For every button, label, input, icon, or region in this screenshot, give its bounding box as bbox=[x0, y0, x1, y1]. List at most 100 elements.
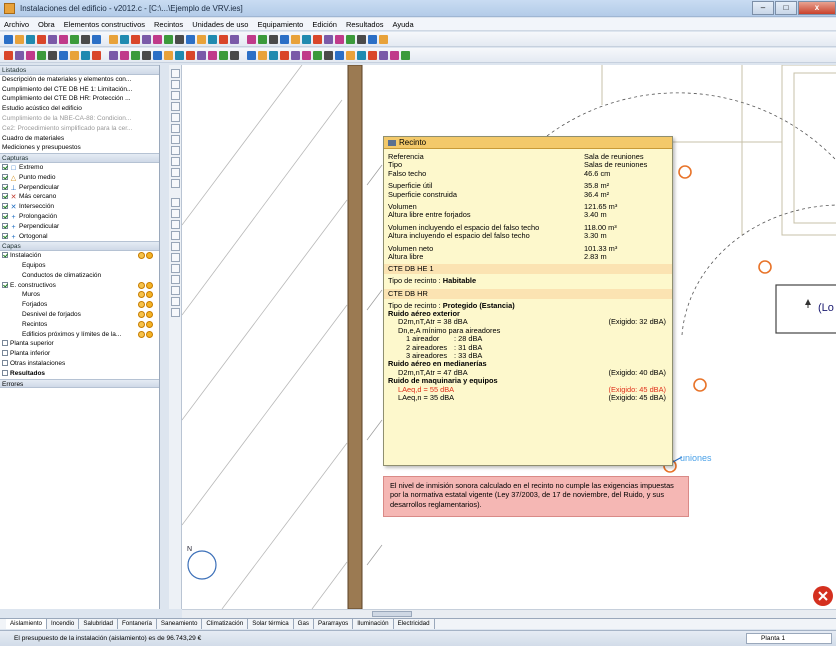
capa-item[interactable]: Equipos bbox=[0, 261, 159, 271]
lock-bulb-icon[interactable] bbox=[146, 281, 153, 289]
device-marker[interactable] bbox=[693, 378, 707, 392]
tool-button-icon[interactable] bbox=[171, 231, 180, 240]
toolbar-button-icon[interactable] bbox=[324, 51, 333, 60]
toolbar-button-icon[interactable] bbox=[313, 51, 322, 60]
toolbar-button-icon[interactable] bbox=[346, 51, 355, 60]
toolbar-button-icon[interactable] bbox=[258, 35, 267, 44]
listado-item[interactable]: Mediciones y presupuestos bbox=[0, 143, 159, 153]
toolbar-button-icon[interactable] bbox=[15, 35, 24, 44]
toolbar-button-icon[interactable] bbox=[59, 51, 68, 60]
toolbar-button-icon[interactable] bbox=[208, 51, 217, 60]
toolbar-button-icon[interactable] bbox=[302, 35, 311, 44]
visibility-bulb-icon[interactable] bbox=[138, 320, 145, 328]
tab-1[interactable]: Incendio bbox=[47, 619, 80, 629]
minimize-button[interactable]: – bbox=[752, 1, 774, 15]
toolbar-button-icon[interactable] bbox=[357, 51, 366, 60]
toolbar-button-icon[interactable] bbox=[120, 35, 129, 44]
tool-button-icon[interactable] bbox=[171, 286, 180, 295]
toolbar-button-icon[interactable] bbox=[335, 51, 344, 60]
captura-item[interactable]: + Perpendicular bbox=[0, 222, 159, 232]
capa-item[interactable]: Instalación bbox=[0, 251, 159, 261]
menu-item-0[interactable]: Archivo bbox=[4, 20, 29, 29]
tool-button-icon[interactable] bbox=[171, 264, 180, 273]
toolbar-button-icon[interactable] bbox=[291, 51, 300, 60]
toolbar-button-icon[interactable] bbox=[164, 51, 173, 60]
tool-button-icon[interactable] bbox=[171, 146, 180, 155]
tool-button-icon[interactable] bbox=[171, 242, 180, 251]
tool-button-icon[interactable] bbox=[171, 135, 180, 144]
listado-item[interactable]: Cumplimiento del CTE DB HR: Protección .… bbox=[0, 94, 159, 104]
error-icon[interactable] bbox=[813, 586, 833, 606]
captura-checkbox[interactable] bbox=[2, 203, 8, 210]
tool-button-icon[interactable] bbox=[171, 102, 180, 111]
toolbar-button-icon[interactable] bbox=[4, 51, 13, 60]
toolbar-button-icon[interactable] bbox=[230, 35, 239, 44]
planta-selector[interactable]: Planta 1 bbox=[746, 633, 832, 644]
tab-7[interactable]: Gas bbox=[294, 619, 314, 629]
capa-item[interactable]: Muros bbox=[0, 290, 159, 300]
toolbar-button-icon[interactable] bbox=[401, 51, 410, 60]
capa-checkbox[interactable] bbox=[2, 350, 8, 357]
toolbar-button-icon[interactable] bbox=[59, 35, 68, 44]
toolbar-button-icon[interactable] bbox=[346, 35, 355, 44]
captura-checkbox[interactable] bbox=[2, 173, 8, 180]
toolbar-button-icon[interactable] bbox=[269, 35, 278, 44]
visibility-bulb-icon[interactable] bbox=[138, 310, 145, 318]
tool-button-icon[interactable] bbox=[171, 168, 180, 177]
close-button[interactable]: x bbox=[798, 1, 836, 15]
toolbar-button-icon[interactable] bbox=[258, 51, 267, 60]
toolbar-button-icon[interactable] bbox=[120, 51, 129, 60]
captura-item[interactable]: □ Extremo bbox=[0, 163, 159, 173]
tool-button-icon[interactable] bbox=[171, 275, 180, 284]
listado-item[interactable]: Ce2: Procedimiento simplificado para la … bbox=[0, 124, 159, 134]
toolbar-button-icon[interactable] bbox=[186, 51, 195, 60]
lock-bulb-icon[interactable] bbox=[146, 301, 153, 309]
toolbar-button-icon[interactable] bbox=[15, 51, 24, 60]
toolbar-button-icon[interactable] bbox=[280, 35, 289, 44]
captura-item[interactable]: + Ortogonal bbox=[0, 232, 159, 242]
capa-checkbox[interactable] bbox=[2, 369, 8, 376]
capa-item[interactable]: Planta inferior bbox=[0, 349, 159, 359]
captura-item[interactable]: + Prolongación bbox=[0, 212, 159, 222]
lock-bulb-icon[interactable] bbox=[146, 252, 153, 260]
menu-item-6[interactable]: Edición bbox=[312, 20, 337, 29]
tool-button-icon[interactable] bbox=[171, 209, 180, 218]
horizontal-scrollbar[interactable] bbox=[182, 609, 836, 618]
menu-item-5[interactable]: Equipamiento bbox=[257, 20, 303, 29]
toolbar-button-icon[interactable] bbox=[131, 35, 140, 44]
menu-item-1[interactable]: Obra bbox=[38, 20, 55, 29]
capas-header[interactable]: Capas bbox=[0, 241, 159, 252]
menu-item-3[interactable]: Recintos bbox=[154, 20, 183, 29]
visibility-bulb-icon[interactable] bbox=[138, 252, 145, 260]
lock-bulb-icon[interactable] bbox=[146, 320, 153, 328]
toolbar-button-icon[interactable] bbox=[335, 35, 344, 44]
toolbar-button-icon[interactable] bbox=[186, 35, 195, 44]
tab-2[interactable]: Salubridad bbox=[79, 619, 118, 629]
captura-item[interactable]: ✕ Más cercano bbox=[0, 192, 159, 202]
toolbar-button-icon[interactable] bbox=[48, 51, 57, 60]
menu-item-8[interactable]: Ayuda bbox=[393, 20, 414, 29]
listado-item[interactable]: Cumplimiento de la NBE-CA-88: Condicion.… bbox=[0, 114, 159, 124]
tool-button-icon[interactable] bbox=[171, 113, 180, 122]
toolbar-button-icon[interactable] bbox=[175, 51, 184, 60]
toolbar-button-icon[interactable] bbox=[379, 51, 388, 60]
capa-checkbox[interactable] bbox=[2, 340, 8, 347]
maximize-button[interactable]: □ bbox=[775, 1, 797, 15]
capa-item[interactable]: E. constructivos bbox=[0, 281, 159, 291]
toolbar-button-icon[interactable] bbox=[81, 35, 90, 44]
toolbar-button-icon[interactable] bbox=[92, 51, 101, 60]
toolbar-button-icon[interactable] bbox=[219, 51, 228, 60]
errores-header[interactable]: Errores bbox=[0, 378, 159, 389]
toolbar-button-icon[interactable] bbox=[368, 35, 377, 44]
toolbar-button-icon[interactable] bbox=[197, 35, 206, 44]
toolbar-button-icon[interactable] bbox=[269, 51, 278, 60]
toolbar-button-icon[interactable] bbox=[164, 35, 173, 44]
toolbar-button-icon[interactable] bbox=[70, 35, 79, 44]
visibility-bulb-icon[interactable] bbox=[138, 281, 145, 289]
tab-4[interactable]: Saneamiento bbox=[157, 619, 203, 629]
listados-header[interactable]: Listados bbox=[0, 65, 159, 75]
captura-checkbox[interactable] bbox=[2, 193, 8, 200]
toolbar-button-icon[interactable] bbox=[37, 35, 46, 44]
toolbar-button-icon[interactable] bbox=[81, 51, 90, 60]
tool-button-icon[interactable] bbox=[171, 253, 180, 262]
